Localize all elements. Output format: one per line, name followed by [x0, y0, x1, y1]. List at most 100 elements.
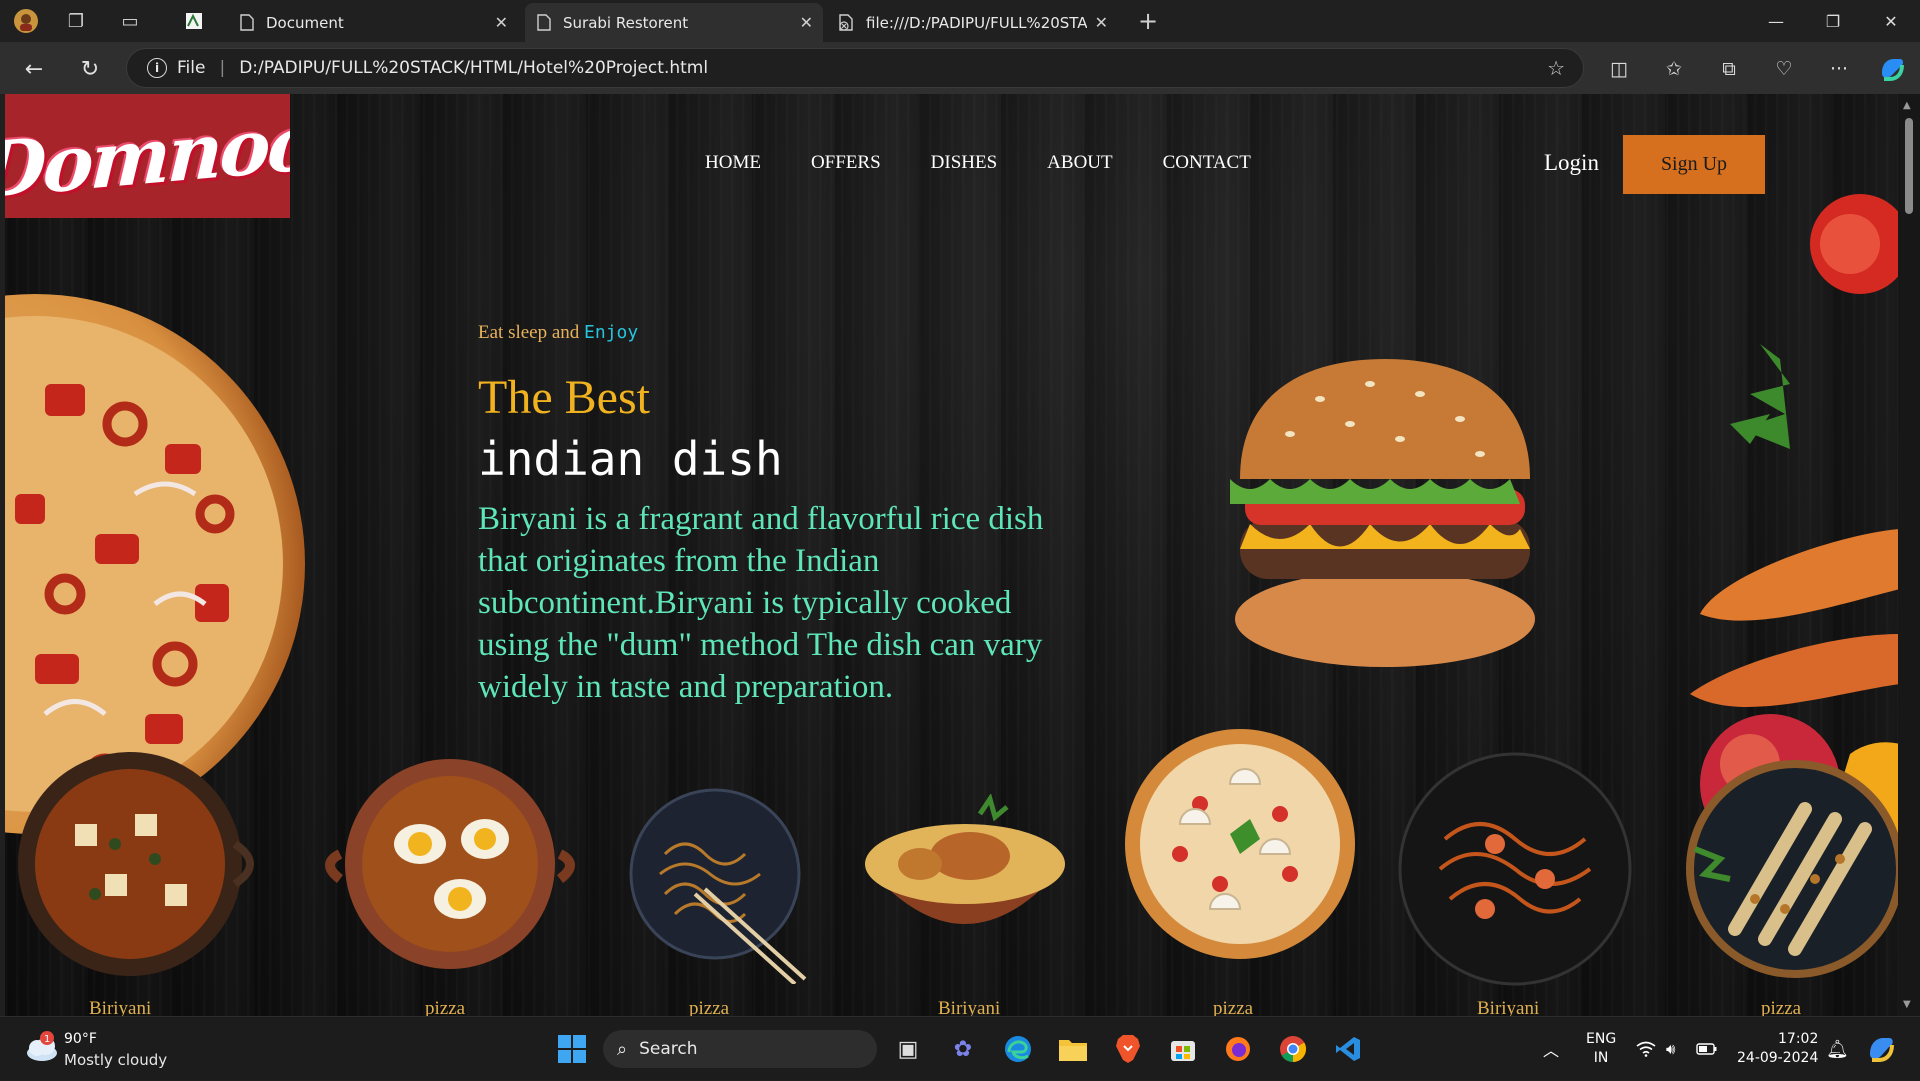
- site-nav: HOME OFFERS DISHES ABOUT CONTACT: [705, 152, 1301, 174]
- address-bar[interactable]: i File | D:/PADIPU/FULL%20STACK/HTML/Hot…: [126, 48, 1584, 88]
- web-page: Domnoo HOME OFFERS DISHES ABOUT CONTACT …: [5, 94, 1898, 1016]
- clock[interactable]: 17:02 24-09-2024: [1737, 1017, 1818, 1081]
- new-tab-icon[interactable]: +: [1134, 7, 1162, 35]
- collections-icon[interactable]: ⧉: [1713, 53, 1745, 85]
- search-icon: ⌕: [617, 1038, 628, 1060]
- nav-offers[interactable]: OFFERS: [811, 152, 881, 174]
- back-icon[interactable]: ←: [18, 53, 50, 85]
- dish-image-1: [18, 752, 254, 976]
- taskbar-search[interactable]: ⌕ Search: [603, 1030, 877, 1068]
- dish-label: Biriyani: [89, 998, 152, 1016]
- teams-icon[interactable]: ✿: [945, 1031, 981, 1067]
- favorites-icon[interactable]: ✩: [1658, 53, 1690, 85]
- tab-surabi-restorent[interactable]: Surabi Restorent ✕: [525, 3, 823, 42]
- close-icon[interactable]: ✕: [495, 13, 508, 32]
- tab-document[interactable]: Document ✕: [228, 3, 518, 42]
- file-broken-icon: [838, 14, 856, 32]
- notification-bell-icon[interactable]: 🔔︎: [1826, 1017, 1849, 1081]
- dish-label: Biriyani: [938, 998, 1001, 1016]
- start-windows-icon[interactable]: [554, 1031, 590, 1067]
- vegetables-image: [1690, 194, 1898, 854]
- vscode-icon[interactable]: [1330, 1031, 1366, 1067]
- scroll-thumb[interactable]: [1905, 118, 1913, 214]
- pinned-tab-icon[interactable]: [180, 7, 208, 35]
- dish-label: pizza: [1213, 998, 1254, 1016]
- close-window-icon[interactable]: ✕: [1876, 6, 1906, 36]
- info-icon[interactable]: i: [147, 58, 167, 78]
- edge-icon[interactable]: [1000, 1031, 1036, 1067]
- hero-tagline: Eat sleep and Enjoy: [478, 322, 638, 344]
- lang-primary: ENG: [1586, 1031, 1617, 1047]
- dish-label: pizza: [1761, 998, 1802, 1016]
- dish-label: pizza: [689, 998, 730, 1016]
- dish-label: Biriyani: [1477, 998, 1540, 1016]
- brave-icon[interactable]: [1110, 1031, 1146, 1067]
- restore-icon[interactable]: ❐: [1818, 6, 1848, 36]
- copilot-taskbar-icon[interactable]: [1866, 1017, 1896, 1081]
- tab-label: Surabi Restorent: [563, 13, 689, 32]
- minimize-icon[interactable]: —: [1761, 6, 1791, 36]
- search-label: Search: [639, 1039, 698, 1059]
- site-logo[interactable]: Domnoo: [5, 94, 290, 218]
- dish-image-4: [865, 794, 1065, 924]
- page-scrollbar[interactable]: ▲ ▼: [1898, 94, 1920, 1016]
- split-screen-icon[interactable]: ◫: [1603, 53, 1635, 85]
- workspaces-icon[interactable]: ❐: [62, 7, 90, 35]
- hero-title: The Best: [478, 371, 650, 424]
- scroll-up-icon[interactable]: ▲: [1903, 100, 1911, 111]
- nav-dishes[interactable]: DISHES: [931, 152, 998, 174]
- chrome-icon[interactable]: [1275, 1031, 1311, 1067]
- refresh-icon[interactable]: ↻: [74, 53, 106, 85]
- close-icon[interactable]: ✕: [1095, 13, 1108, 32]
- nav-about[interactable]: ABOUT: [1047, 152, 1112, 174]
- clock-time: 17:02: [1778, 1031, 1819, 1047]
- scheme-label: File: [177, 58, 206, 78]
- url-text[interactable]: D:/PADIPU/FULL%20STACK/HTML/Hotel%20Proj…: [239, 58, 708, 78]
- weather-temp: 90°F: [64, 1031, 97, 1047]
- nav-contact[interactable]: CONTACT: [1163, 152, 1251, 174]
- nav-home[interactable]: HOME: [705, 152, 761, 174]
- address-toolbar: ← ↻ i File | D:/PADIPU/FULL%20STACK/HTML…: [0, 42, 1920, 94]
- scroll-down-icon[interactable]: ▼: [1903, 999, 1911, 1010]
- favorite-star-icon[interactable]: ☆: [1547, 56, 1565, 80]
- dish-label: pizza: [425, 998, 466, 1016]
- profile-avatar[interactable]: [12, 7, 40, 35]
- dish-image-5: [1125, 729, 1355, 959]
- tab-file-url[interactable]: file:///D:/PADIPU/FULL%20STACK/ ✕: [828, 3, 1118, 42]
- svg-text:1: 1: [44, 1034, 50, 1045]
- hero-subtitle: indian dish: [478, 432, 783, 486]
- dish-image-2: [325, 759, 575, 969]
- language-indicator[interactable]: ENG IN: [1586, 1017, 1616, 1081]
- battery-icon[interactable]: [1696, 1017, 1718, 1081]
- page-icon: [535, 14, 553, 32]
- tab-label: Document: [266, 13, 344, 32]
- task-view-icon[interactable]: ▣: [890, 1031, 926, 1067]
- dish-image-6: [1398, 752, 1632, 986]
- dish-image-3: [629, 788, 807, 984]
- weather-widget[interactable]: 1: [24, 1031, 60, 1063]
- wifi-icon[interactable]: [1636, 1017, 1656, 1081]
- show-hidden-icons[interactable]: ︿: [1543, 1017, 1559, 1081]
- clock-date: 24-09-2024: [1737, 1050, 1819, 1066]
- ms-store-icon[interactable]: [1165, 1031, 1201, 1067]
- browser-essentials-icon[interactable]: ♡: [1768, 53, 1800, 85]
- burger-image: [1230, 359, 1535, 667]
- divider: |: [219, 58, 226, 78]
- taskbar: 1 90°F Mostly cloudy ⌕ Search ▣ ✿ ︿ ENG …: [0, 1016, 1920, 1080]
- page-icon: [238, 14, 256, 32]
- logo-text: Domnoo: [5, 96, 290, 216]
- more-menu-icon[interactable]: ···: [1823, 53, 1855, 85]
- close-icon[interactable]: ✕: [800, 13, 813, 32]
- tagline-prefix: Eat sleep and: [478, 322, 580, 343]
- hero-description: Biryani is a fragrant and flavorful rice…: [478, 501, 1044, 705]
- browser-tab-strip: ❐ ▭ Document ✕ Surabi Restorent ✕ file:/…: [0, 0, 1920, 42]
- firefox-icon[interactable]: [1220, 1031, 1256, 1067]
- lang-secondary: IN: [1593, 1050, 1609, 1066]
- tagline-highlight: Enjoy: [584, 322, 639, 343]
- volume-icon[interactable]: 🔊︎: [1666, 1017, 1675, 1081]
- dish-image-7: [1686, 760, 1898, 978]
- copilot-icon[interactable]: [1876, 53, 1908, 85]
- weather-desc: Mostly cloudy: [64, 1051, 168, 1069]
- file-explorer-icon[interactable]: [1055, 1031, 1091, 1067]
- tab-actions-icon[interactable]: ▭: [116, 7, 144, 35]
